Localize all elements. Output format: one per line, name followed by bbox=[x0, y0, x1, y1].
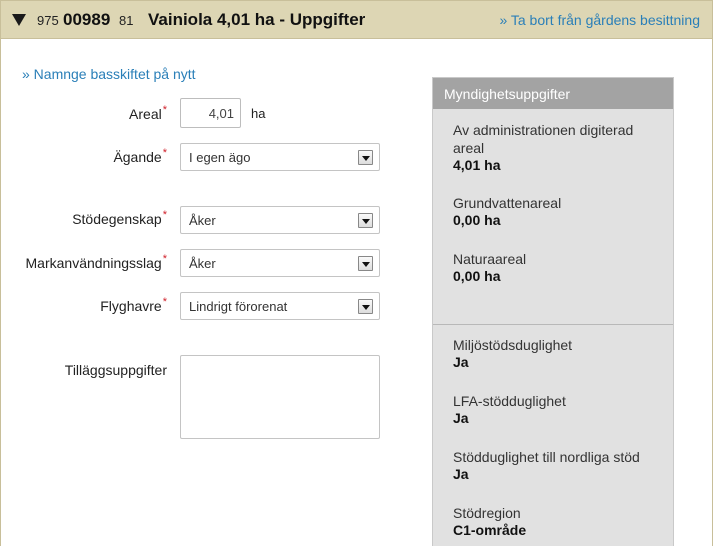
flyghavre-label: Flyghavre* bbox=[100, 296, 167, 314]
info-item-label: Av administrationen digiterad areal bbox=[453, 122, 634, 156]
info-item-label: Stödduglighet till nordliga stöd bbox=[453, 449, 640, 465]
rename-parcel-link[interactable]: » Namnge basskiftet på nytt bbox=[22, 66, 196, 82]
markanvandning-label-text: Markanvändningsslag bbox=[25, 255, 162, 271]
flyghavre-select-value: Lindrigt förorenat bbox=[189, 299, 288, 314]
agande-select[interactable]: I egen ägo bbox=[180, 143, 380, 171]
stodegenskap-select[interactable]: Åker bbox=[180, 206, 380, 234]
info-item-value: Ja bbox=[453, 466, 469, 482]
areal-unit: ha bbox=[251, 106, 266, 121]
farm-id-suffix: 81 bbox=[119, 13, 134, 28]
parcel-panel: 975 00989 81 Vainiola 4,01 ha - Uppgifte… bbox=[0, 0, 713, 546]
remove-from-farm-link[interactable]: » Ta bort från gårdens besittning bbox=[499, 12, 700, 28]
authority-info-title: Myndighetsuppgifter bbox=[433, 78, 673, 109]
tillagg-label: Tilläggsuppgifter bbox=[64, 362, 167, 378]
info-item-value: Ja bbox=[453, 354, 469, 370]
dropdown-arrow-icon[interactable] bbox=[358, 213, 373, 228]
dropdown-arrow-icon[interactable] bbox=[358, 150, 373, 165]
info-item-value: Ja bbox=[453, 410, 469, 426]
collapse-triangle-icon[interactable] bbox=[12, 14, 26, 26]
required-mark: * bbox=[162, 253, 167, 265]
info-item-value: C1-område bbox=[453, 522, 527, 538]
agande-label: Ägande* bbox=[113, 147, 167, 165]
info-item-label: Stödregion bbox=[453, 505, 521, 521]
panel-title: Vainiola 4,01 ha - Uppgifter bbox=[148, 10, 366, 29]
info-item-label: Grundvattenareal bbox=[453, 195, 562, 211]
dropdown-arrow-icon[interactable] bbox=[358, 299, 373, 314]
required-mark: * bbox=[162, 104, 167, 116]
required-mark: * bbox=[162, 209, 167, 221]
info-item-value: 4,01 ha bbox=[453, 157, 501, 173]
info-item-value: 0,00 ha bbox=[453, 268, 501, 284]
panel-header[interactable]: 975 00989 81 Vainiola 4,01 ha - Uppgifte… bbox=[1, 1, 712, 39]
agande-select-value: I egen ägo bbox=[189, 150, 251, 165]
flyghavre-select[interactable]: Lindrigt förorenat bbox=[180, 292, 380, 320]
markanvandning-select[interactable]: Åker bbox=[180, 249, 380, 277]
dropdown-arrow-icon[interactable] bbox=[358, 256, 373, 271]
farm-id-prefix: 975 bbox=[37, 13, 59, 28]
markanvandning-select-value: Åker bbox=[189, 256, 216, 271]
areal-label: Areal* bbox=[129, 104, 167, 122]
markanvandning-label: Markanvändningsslag* bbox=[25, 253, 167, 271]
tillagg-textarea[interactable] bbox=[180, 355, 380, 439]
farm-id-main: 00989 bbox=[63, 10, 111, 29]
info-item-label: Miljöstödsduglighet bbox=[453, 337, 573, 353]
required-mark: * bbox=[162, 147, 167, 159]
stodegenskap-select-value: Åker bbox=[189, 213, 216, 228]
required-mark: * bbox=[162, 296, 167, 308]
info-item-label: LFA-stödduglighet bbox=[453, 393, 566, 409]
areal-input[interactable] bbox=[180, 98, 241, 128]
stodegenskap-label-text: Stödegenskap bbox=[72, 211, 162, 227]
agande-label-text: Ägande bbox=[113, 149, 162, 165]
info-divider bbox=[433, 324, 673, 325]
authority-info-box: Myndighetsuppgifter Av administrationen … bbox=[432, 77, 674, 546]
stodegenskap-label: Stödegenskap* bbox=[72, 209, 167, 227]
flyghavre-label-text: Flyghavre bbox=[100, 298, 162, 314]
areal-label-text: Areal bbox=[129, 106, 162, 122]
info-item-label: Naturaareal bbox=[453, 251, 527, 267]
info-item-value: 0,00 ha bbox=[453, 212, 501, 228]
